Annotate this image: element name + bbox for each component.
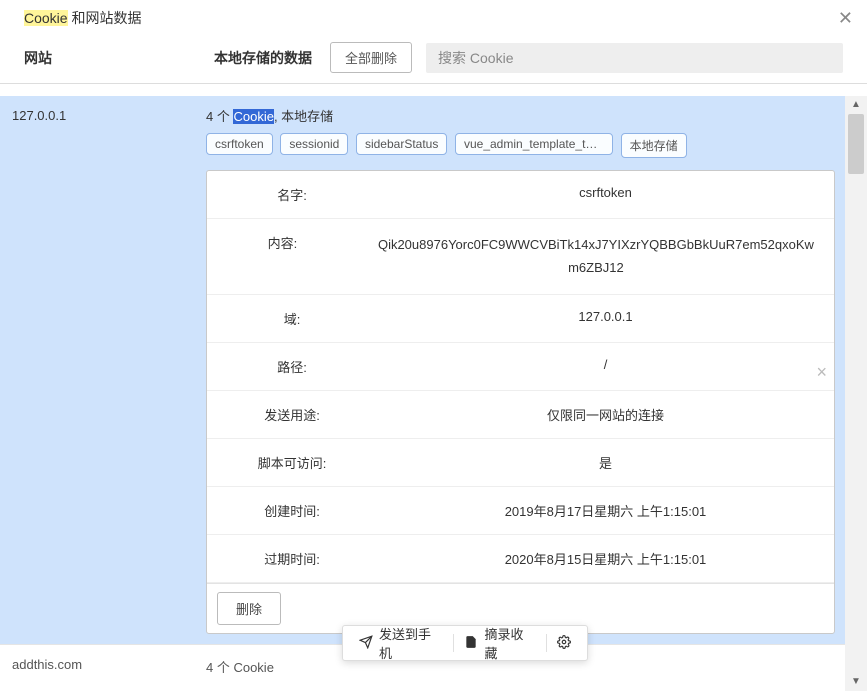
scroll-area: 127.0.0.1 4 个 Cookie, 本地存储 csrftoken ses… [0, 96, 845, 691]
delete-button[interactable]: 删除 [217, 592, 281, 625]
search-input[interactable]: 搜索 Cookie [426, 43, 843, 73]
value-content: Qik20u8976Yorc0FC9WWCVBiTk14xJ7YIXzrYQBB… [358, 233, 834, 280]
dialog-title: Cookie 和网站数据 [0, 0, 867, 42]
clip-label: 摘录收藏 [484, 624, 536, 662]
header-website: 网站 [24, 48, 214, 68]
summary-highlight: Cookie [233, 109, 273, 124]
label-sendfor: 发送用途: [207, 405, 377, 424]
scroll-up-icon[interactable]: ▲ [845, 96, 867, 114]
label-content: 内容: [207, 233, 358, 280]
cookie-chip[interactable]: sidebarStatus [356, 133, 447, 155]
clip-button[interactable]: 摘录收藏 [456, 626, 544, 660]
label-script: 脚本可访问: [207, 453, 377, 472]
label-name: 名字: [207, 185, 377, 204]
value-name: csrftoken [377, 185, 834, 204]
site-summary: 4 个 Cookie, 本地存储 [206, 106, 835, 125]
cookie-chip[interactable]: 本地存储 [621, 133, 687, 158]
gear-icon [557, 635, 571, 652]
separator [546, 634, 547, 652]
label-path: 路径: [207, 357, 377, 376]
send-label: 发送到手机 [379, 624, 443, 662]
floating-toolbar: 发送到手机 摘录收藏 [342, 625, 588, 661]
value-domain: 127.0.0.1 [377, 309, 834, 328]
clip-icon [464, 635, 484, 652]
value-path: / [377, 357, 834, 376]
scroll-down-icon[interactable]: ▼ [845, 673, 867, 691]
site-row-selected[interactable]: 127.0.0.1 4 个 Cookie, 本地存储 csrftoken ses… [0, 96, 845, 644]
value-created: 2019年8月17日星期六 上午1:15:01 [377, 501, 834, 520]
label-domain: 域: [207, 309, 377, 328]
send-icon [359, 635, 379, 652]
separator [453, 634, 454, 652]
title-highlight: Cookie [24, 10, 68, 26]
cookie-chip-list: csrftoken sessionid sidebarStatus vue_ad… [206, 133, 835, 158]
close-icon[interactable]: ✕ [838, 8, 853, 29]
content-area: 127.0.0.1 4 个 Cookie, 本地存储 csrftoken ses… [0, 96, 867, 691]
label-created: 创建时间: [207, 501, 377, 520]
toolbar: 网站 本地存储的数据 全部删除 搜索 Cookie [0, 42, 867, 84]
label-expires: 过期时间: [207, 549, 377, 568]
clear-all-button[interactable]: 全部删除 [330, 42, 412, 73]
send-to-phone-button[interactable]: 发送到手机 [351, 626, 451, 660]
site-details: 4 个 Cookie, 本地存储 csrftoken sessionid sid… [206, 96, 845, 644]
scrollbar-thumb[interactable] [848, 114, 864, 174]
value-expires: 2020年8月15日星期六 上午1:15:01 [377, 549, 834, 568]
summary-suffix: , 本地存储 [274, 109, 333, 124]
cookie-chip[interactable]: sessionid [280, 133, 348, 155]
cookie-chip[interactable]: csrftoken [206, 133, 273, 155]
header-localdata: 本地存储的数据 [214, 48, 312, 68]
value-script: 是 [377, 453, 834, 472]
value-sendfor: 仅限同一网站的连接 [377, 405, 834, 424]
site-host: addthis.com [0, 657, 206, 676]
remove-site-icon[interactable]: × [816, 362, 827, 383]
site-host: 127.0.0.1 [0, 96, 206, 123]
cookie-detail-panel: 名字:csrftoken 内容:Qik20u8976Yorc0FC9WWCVBi… [206, 170, 835, 634]
settings-button[interactable] [549, 626, 579, 660]
scrollbar[interactable]: ▲ ▼ [845, 96, 867, 691]
site-summary: 4 个 Cookie [206, 657, 274, 676]
cookies-dialog: ✕ Cookie 和网站数据 网站 本地存储的数据 全部删除 搜索 Cookie… [0, 0, 867, 691]
title-rest: 和网站数据 [68, 10, 142, 26]
summary-prefix: 4 个 [206, 109, 233, 124]
cookie-chip[interactable]: vue_admin_template_tok... [455, 133, 613, 155]
